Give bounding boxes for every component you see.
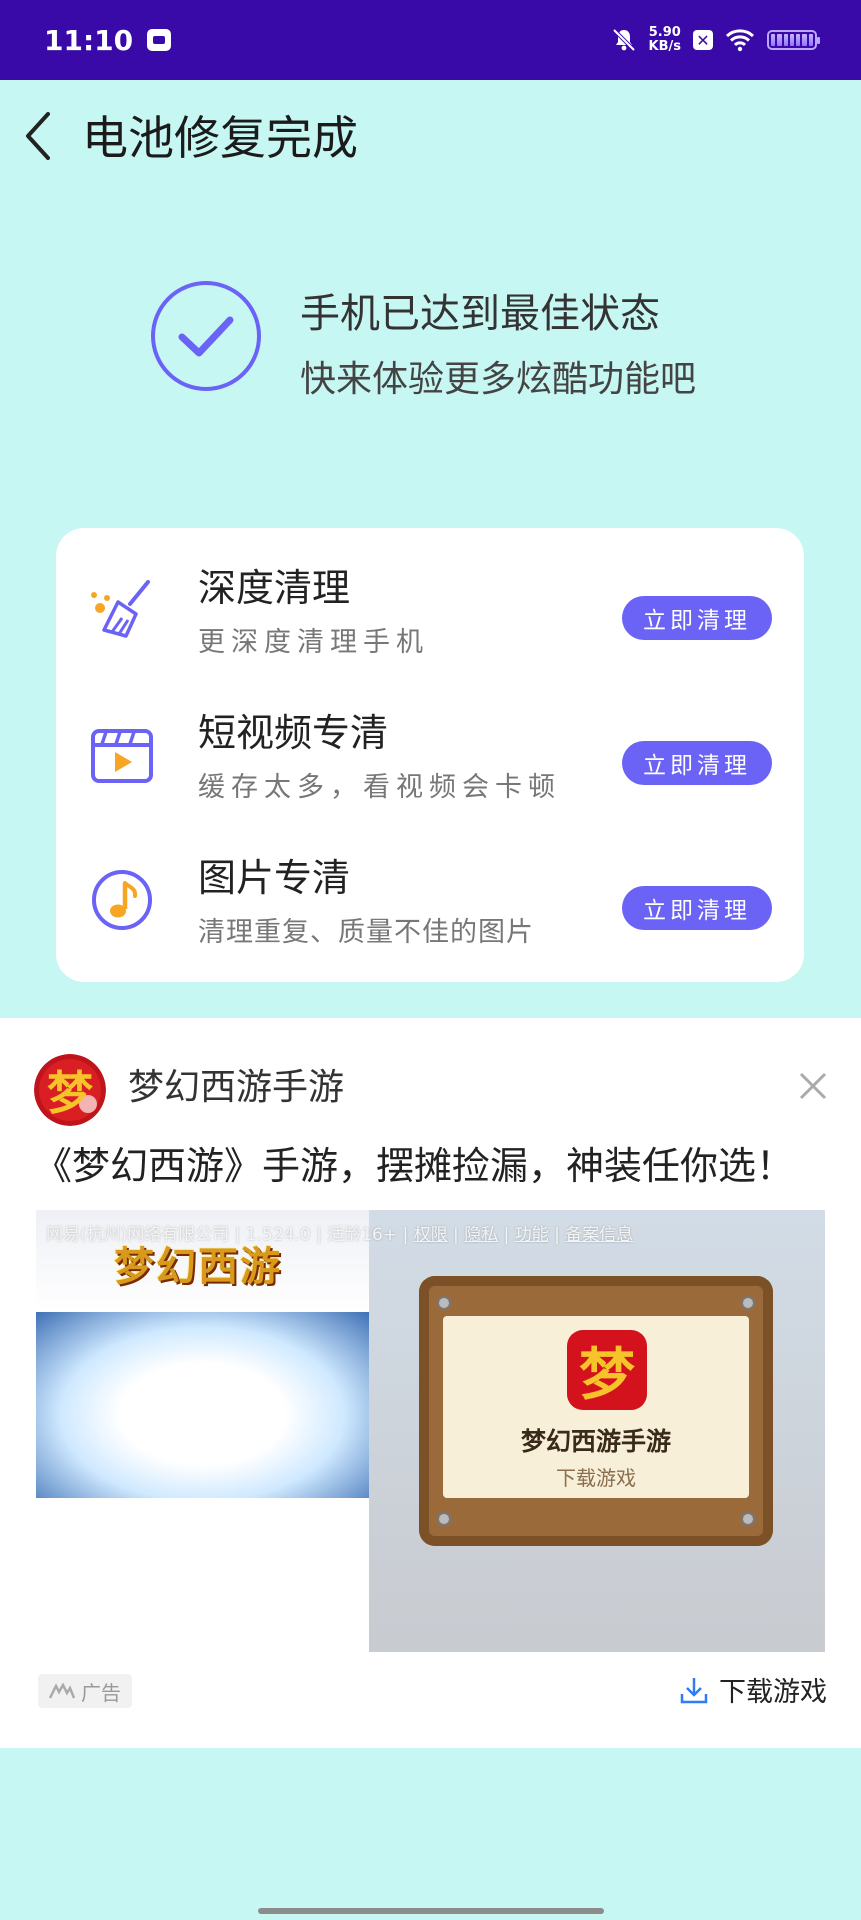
ad-card[interactable]: 梦 梦幻西游手游 《梦幻西游》手游，摆摊捡漏，神装任你选！ 梦幻西游 梦 梦幻西…: [0, 1018, 861, 1748]
sim-x-icon: ✕: [693, 30, 713, 50]
feature-row-photo-clean[interactable]: 图片专清 清理重复、质量不佳的图片 立即清理: [56, 844, 804, 974]
sign-title: 梦幻西游手游: [520, 1427, 671, 1456]
feature-title: 短视频专清: [198, 711, 389, 755]
game-logo-char: 梦: [47, 1066, 93, 1120]
download-game-button[interactable]: 下载游戏: [679, 1670, 827, 1709]
success-title: 手机已达到最佳状态: [300, 291, 660, 337]
ad-badge: 广告: [38, 1674, 132, 1708]
mute-icon: [612, 28, 635, 52]
close-icon[interactable]: [795, 1068, 831, 1104]
feature-title: 图片专清: [198, 856, 351, 900]
ad-source-icon: [49, 1683, 75, 1699]
game-scene: [36, 1312, 369, 1498]
broom-icon: [91, 580, 150, 638]
privacy-link[interactable]: 隐私: [464, 1225, 498, 1245]
ad-creative-image[interactable]: 梦幻西游 梦 梦幻西游手游 下载游戏 网易(杭州)网络有限公司 | 1.524.…: [36, 1210, 825, 1652]
wooden-sign: 梦 梦幻西游手游 下载游戏: [419, 1276, 773, 1546]
download-icon: [680, 1677, 708, 1703]
ad-app-name[interactable]: 梦幻西游手游: [128, 1066, 344, 1110]
clean-now-button[interactable]: 立即清理: [622, 886, 772, 930]
status-bar: 11:10 5.90 KB/s ✕: [0, 0, 861, 80]
battery-icon: [767, 30, 820, 50]
status-time: 11:10: [44, 23, 134, 57]
check-circle-icon: [151, 281, 261, 391]
feature-desc: 缓存太多，看视频会卡顿: [198, 772, 561, 803]
feature-row-video-clean[interactable]: 短视频专清 缓存太多，看视频会卡顿 立即清理: [56, 699, 804, 829]
app-notification-icon: [147, 29, 172, 51]
ad-developer-info: 网易(杭州)网络有限公司 | 1.524.0 | 适龄16+ | 权限 | 隐私…: [46, 1225, 634, 1245]
feature-desc: 更深度清理手机: [198, 627, 429, 658]
success-subtitle: 快来体验更多炫酷功能吧: [300, 359, 697, 400]
wifi-icon: [725, 29, 755, 52]
network-speed: 5.90 KB/s: [648, 25, 681, 54]
feature-row-deep-clean[interactable]: 深度清理 更深度清理手机 立即清理: [56, 554, 804, 684]
features-link[interactable]: 功能: [515, 1225, 549, 1245]
ad-app-logo[interactable]: 梦: [34, 1054, 106, 1126]
feature-card: 深度清理 更深度清理手机 立即清理 短视频专清 缓存太多，看视频会卡顿 立即清理…: [56, 528, 804, 982]
home-indicator[interactable]: [258, 1908, 604, 1914]
feature-title: 深度清理: [198, 566, 351, 610]
clean-now-button[interactable]: 立即清理: [622, 741, 772, 785]
ad-headline[interactable]: 《梦幻西游》手游，摆摊捡漏，神装任你选！: [34, 1140, 794, 1192]
sign-subtitle: 下载游戏: [556, 1466, 636, 1490]
clean-now-button[interactable]: 立即清理: [622, 596, 772, 640]
music-note-icon: [92, 870, 152, 930]
ad-image-right-panel: 梦 梦幻西游手游 下载游戏: [369, 1210, 825, 1652]
permissions-link[interactable]: 权限: [414, 1225, 448, 1245]
back-arrow-icon[interactable]: [18, 108, 58, 164]
filing-info-link[interactable]: 备案信息: [565, 1225, 633, 1245]
app-header: 电池修复完成: [0, 80, 861, 195]
page-title: 电池修复完成: [82, 111, 358, 165]
game-app-icon: 梦: [567, 1330, 647, 1410]
ad-image-left-panel: 梦幻西游: [36, 1210, 369, 1652]
feature-desc: 清理重复、质量不佳的图片: [198, 917, 534, 948]
video-icon: [91, 729, 153, 783]
